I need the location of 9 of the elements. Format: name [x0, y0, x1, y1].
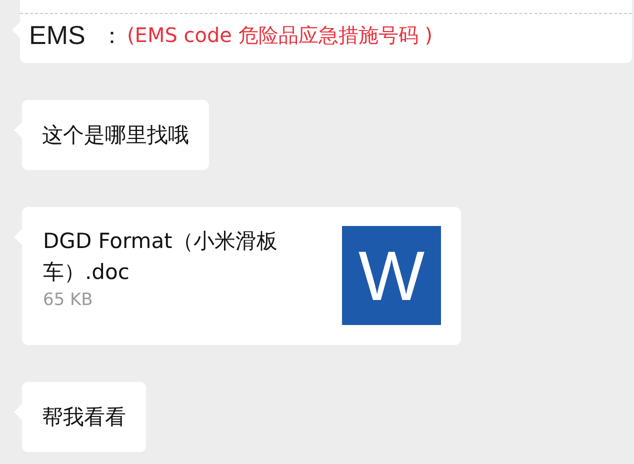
colon: ： — [101, 22, 123, 50]
document-icon: W — [342, 226, 441, 325]
file-size: 65 KB — [43, 289, 94, 312]
field-note: (EMS code 危险品应急措施号码 ) — [127, 22, 432, 49]
message-bubble: 帮我看看 — [22, 382, 146, 452]
field-label: EMS — [29, 20, 86, 51]
message-bubble: 这个是哪里找哦 — [22, 100, 209, 170]
file-message[interactable]: DGD Format（小米滑板车）.doc 65 KB W — [22, 207, 461, 345]
file-name: DGD Format（小米滑板车）.doc — [43, 228, 278, 286]
